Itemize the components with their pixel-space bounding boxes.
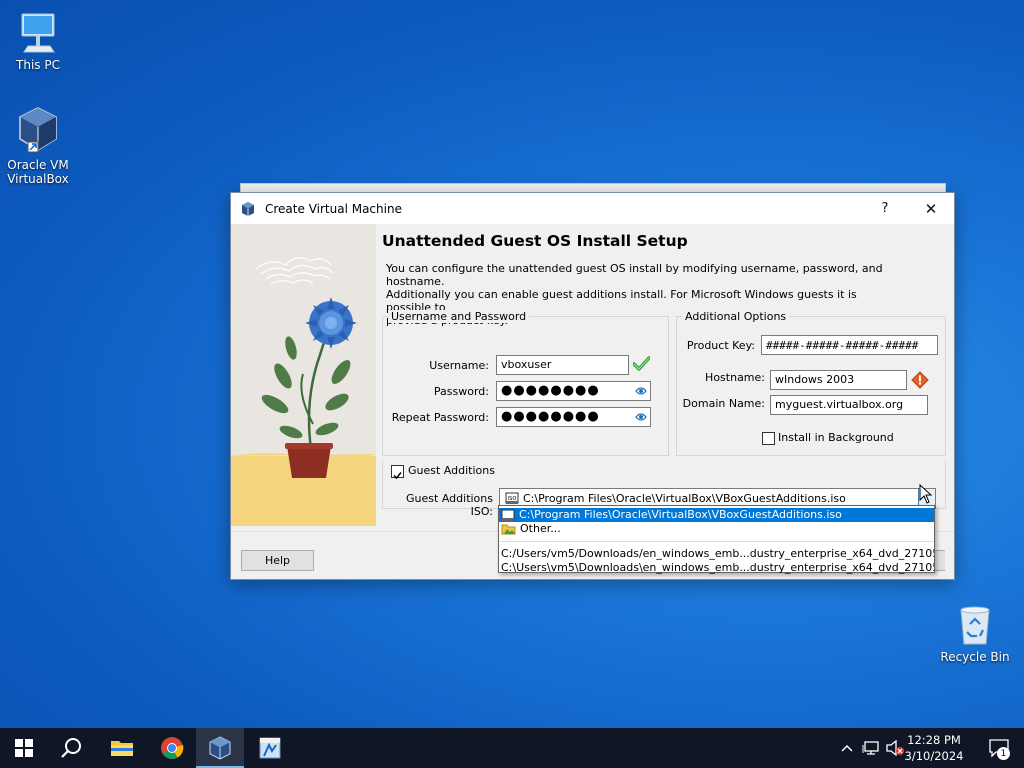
dropdown-item-label: C:/Users/vm5/Downloads/en_windows_emb...… xyxy=(501,547,934,560)
dialog-title: Create Virtual Machine xyxy=(265,201,402,216)
install-background-checkbox[interactable] xyxy=(762,432,775,445)
dropdown-item-label: C:\Users\vm5\Downloads\en_windows_emb...… xyxy=(501,561,934,574)
app-taskbar-button[interactable] xyxy=(246,728,294,768)
file-explorer-button[interactable] xyxy=(98,728,146,768)
close-icon: ✕ xyxy=(924,199,938,218)
dropdown-item-other[interactable]: Other... xyxy=(499,522,934,536)
chrome-icon xyxy=(161,737,184,759)
network-button[interactable] xyxy=(860,728,882,768)
hostname-label: Hostname: xyxy=(705,371,765,384)
help-title-button[interactable]: ? xyxy=(862,193,908,224)
clock-time: 12:28 PM xyxy=(907,733,961,747)
install-background-label: Install in Background xyxy=(778,431,894,444)
iso-dropdown-list[interactable]: C:\Program Files\Oracle\VirtualBox\VBoxG… xyxy=(498,505,935,575)
folder-icon xyxy=(501,523,516,535)
desktop-icon-virtualbox[interactable]: Oracle VM VirtualBox xyxy=(0,106,76,186)
username-password-group: Username and Password Username: vboxuser… xyxy=(382,310,669,456)
intro-line: You can configure the unattended guest O… xyxy=(386,262,883,288)
username-field[interactable]: vboxuser xyxy=(496,355,629,375)
iso-icon: ISO xyxy=(505,492,519,505)
desktop-icon-recycle-bin[interactable]: Recycle Bin xyxy=(937,602,1013,664)
clock[interactable]: 12:28 PM 3/10/2024 xyxy=(894,732,974,764)
start-button[interactable] xyxy=(0,728,48,768)
virtualbox-icon xyxy=(240,201,256,217)
desktop-icon-label: Oracle VM VirtualBox xyxy=(7,158,69,186)
show-password-icon[interactable] xyxy=(635,411,647,426)
dropdown-item[interactable]: C:\Users\vm5\Downloads\en_windows_emb...… xyxy=(499,561,934,575)
mouse-cursor-icon xyxy=(919,483,933,508)
password-value: ●●●●●●●● xyxy=(501,383,600,398)
domain-name-field[interactable]: myguest.virtualbox.org xyxy=(770,395,928,415)
guest-additions-label: Guest Additions xyxy=(408,464,495,477)
guest-additions-checkbox[interactable] xyxy=(391,465,404,480)
additional-options-group: Additional Options Product Key: #####-##… xyxy=(676,310,946,456)
monitor-icon xyxy=(16,10,60,54)
product-key-label: Product Key: xyxy=(686,339,755,352)
search-button[interactable] xyxy=(48,728,96,768)
group-legend: Username and Password xyxy=(388,310,530,323)
taskbar: 12:28 PM 3/10/2024 1 xyxy=(0,728,1024,768)
notification-badge: 1 xyxy=(997,747,1010,760)
dropdown-item[interactable]: C:\Program Files\Oracle\VirtualBox\VBoxG… xyxy=(499,508,934,522)
check-valid-icon xyxy=(632,356,651,376)
domain-name-label: Domain Name: xyxy=(682,397,765,410)
desktop-icon-label: This PC xyxy=(16,58,60,72)
warning-icon xyxy=(911,371,929,393)
desktop-icon-this-pc[interactable]: This PC xyxy=(0,10,76,72)
virtualbox-icon xyxy=(209,736,231,760)
page-heading: Unattended Guest OS Install Setup xyxy=(382,232,688,250)
app-icon xyxy=(259,737,281,759)
repeat-password-field[interactable]: ●●●●●●●● xyxy=(496,407,651,427)
virtualbox-icon xyxy=(16,106,60,154)
close-button[interactable]: ✕ xyxy=(908,193,954,224)
clock-date: 3/10/2024 xyxy=(904,749,964,763)
guest-additions-group: Guest Additions Guest Additions ISO: ISO… xyxy=(382,461,946,518)
repeat-password-value: ●●●●●●●● xyxy=(501,409,600,424)
chrome-button[interactable] xyxy=(148,728,196,768)
recycle-bin-icon xyxy=(953,602,997,646)
guest-additions-iso-label: Guest Additions ISO: xyxy=(406,492,493,518)
product-key-field[interactable]: #####-#####-#####-##### xyxy=(761,335,938,355)
dropdown-item[interactable]: C:/Users/vm5/Downloads/en_windows_emb...… xyxy=(499,547,934,561)
password-label: Password: xyxy=(433,385,489,398)
notifications-button[interactable]: 1 xyxy=(984,728,1014,768)
side-illustration xyxy=(231,224,376,526)
dropdown-item-label: C:\Program Files\Oracle\VirtualBox\VBoxG… xyxy=(519,508,842,521)
dropdown-separator xyxy=(499,541,934,542)
dropdown-item-label: Other... xyxy=(520,522,561,535)
folder-icon xyxy=(111,741,133,756)
search-icon xyxy=(61,738,81,758)
password-field[interactable]: ●●●●●●●● xyxy=(496,381,651,401)
network-icon xyxy=(862,741,879,755)
hostname-field[interactable]: wIndows 2003 xyxy=(770,370,907,390)
svg-text:ISO: ISO xyxy=(508,496,517,502)
group-legend: Additional Options xyxy=(682,310,790,323)
show-password-icon[interactable] xyxy=(635,385,647,400)
iso-icon xyxy=(501,509,515,522)
iso-combo-value: C:\Program Files\Oracle\VirtualBox\VBoxG… xyxy=(523,492,846,505)
repeat-password-label: Repeat Password: xyxy=(391,411,489,424)
username-label: Username: xyxy=(429,359,489,372)
desktop-icon-label: Recycle Bin xyxy=(940,650,1010,664)
windows-icon xyxy=(15,739,33,757)
check-icon xyxy=(393,472,402,480)
show-hidden-icons-button[interactable] xyxy=(838,728,856,768)
chevron-up-icon xyxy=(841,744,853,752)
dialog-titlebar[interactable]: Create Virtual Machine ? ✕ xyxy=(231,193,954,224)
virtualbox-taskbar-button[interactable] xyxy=(196,728,244,768)
help-button[interactable]: Help xyxy=(241,550,314,571)
